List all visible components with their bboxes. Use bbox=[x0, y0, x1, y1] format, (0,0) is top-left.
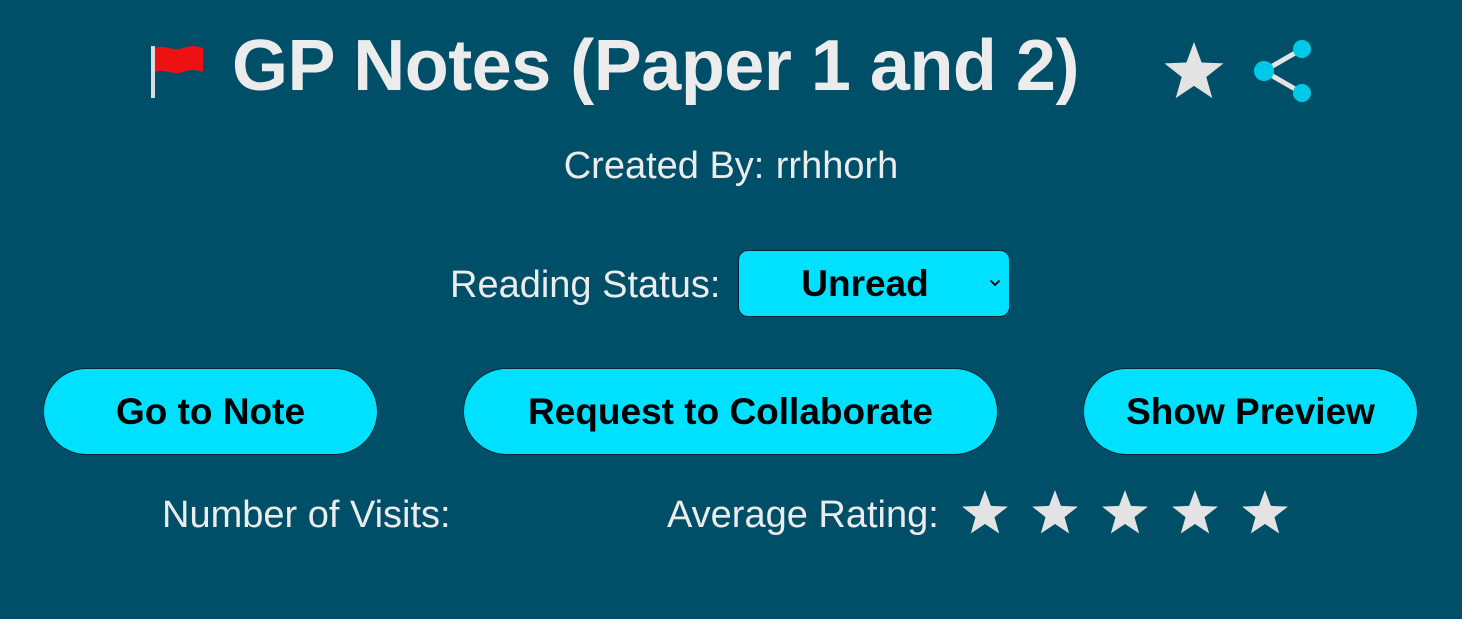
rating-star-icon[interactable] bbox=[1240, 488, 1290, 536]
rating-star-icon[interactable] bbox=[1170, 488, 1220, 536]
visits-label: Number of Visits: bbox=[162, 494, 451, 536]
note-header: GP Notes (Paper 1 and 2) bbox=[0, 22, 1462, 118]
rating-stars bbox=[960, 488, 1290, 538]
share-icon[interactable] bbox=[1250, 39, 1316, 103]
rating-star-icon[interactable] bbox=[1100, 488, 1150, 536]
request-collaborate-button[interactable]: Request to Collaborate bbox=[463, 368, 998, 455]
red-flag-icon bbox=[151, 46, 203, 98]
rating-star-icon[interactable] bbox=[1030, 488, 1080, 536]
created-by-label: Created By: bbox=[563, 145, 765, 187]
reading-status-value: Unread bbox=[801, 263, 929, 304]
rating-star-icon[interactable] bbox=[960, 488, 1010, 536]
created-by-line: Created By: rrhhorh bbox=[0, 143, 1462, 189]
created-by-user: rrhhorh bbox=[775, 145, 899, 187]
reading-status-select[interactable]: Unread bbox=[738, 250, 1010, 317]
chevron-down-icon bbox=[989, 279, 1001, 287]
average-rating-label: Average Rating: bbox=[667, 494, 939, 536]
favorite-star-icon[interactable] bbox=[1162, 40, 1226, 102]
go-to-note-button[interactable]: Go to Note bbox=[43, 368, 378, 455]
reading-status-label: Reading Status: bbox=[450, 264, 721, 306]
show-preview-button[interactable]: Show Preview bbox=[1083, 368, 1418, 455]
page-title: GP Notes (Paper 1 and 2) bbox=[232, 26, 1079, 106]
